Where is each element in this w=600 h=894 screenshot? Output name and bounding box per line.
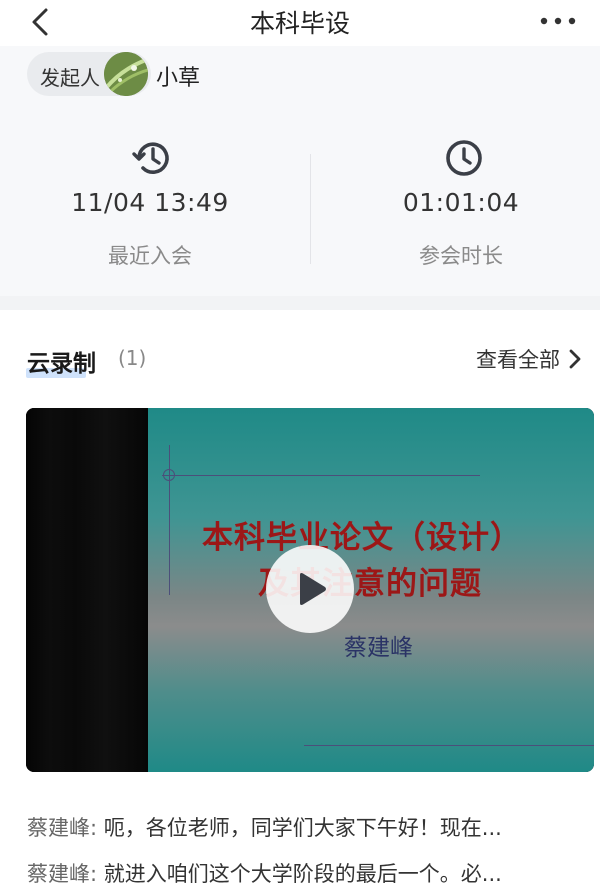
page-title: 本科毕设 xyxy=(249,9,350,38)
transcript-line[interactable]: 蔡建峰: 呃，各位老师，同学们大家下午好！现在... xyxy=(27,812,587,842)
recording-video[interactable]: 本科毕业论文（设计） 及其注意的问题 蔡建峰 xyxy=(26,408,594,772)
recording-count: (1) xyxy=(118,346,147,370)
slide-decor-line xyxy=(162,475,480,476)
view-all-label: 查看全部 xyxy=(476,348,560,372)
play-icon xyxy=(300,573,326,605)
nav-bar: 本科毕设 xyxy=(0,0,600,46)
transcript-line[interactable]: 蔡建峰: 就进入咱们这个大学阶段的最后一个。必... xyxy=(27,858,587,888)
chevron-right-icon xyxy=(569,349,581,369)
play-button[interactable] xyxy=(266,545,354,633)
last-join-value: 11/04 13:49 xyxy=(71,188,229,217)
transcript-text: 就进入咱们这个大学阶段的最后一个。必... xyxy=(103,862,502,886)
transcript-speaker: 蔡建峰: xyxy=(27,862,98,886)
avatar[interactable] xyxy=(104,52,148,96)
stat-duration: 01:01:04 参会时长 xyxy=(311,106,600,296)
slide-decor-line xyxy=(304,745,594,746)
transcript-speaker: 蔡建峰: xyxy=(27,816,98,840)
more-horizontal-icon[interactable] xyxy=(538,8,578,34)
avatar-image xyxy=(104,52,148,96)
duration-label: 参会时长 xyxy=(419,244,503,268)
duration-value: 01:01:04 xyxy=(402,188,520,217)
stat-last-join: 11/04 13:49 最近入会 xyxy=(0,106,300,296)
clock-icon xyxy=(446,140,482,176)
video-black-bar xyxy=(26,408,148,772)
slide-decor-line xyxy=(169,445,170,595)
section-title: 云录制 xyxy=(27,351,96,377)
history-icon xyxy=(132,142,169,174)
host-tag: 发起人 xyxy=(40,66,100,90)
transcript-text: 呃，各位老师，同学们大家下午好！现在... xyxy=(103,816,502,840)
last-join-label: 最近入会 xyxy=(108,244,192,268)
stats-panel: 11/04 13:49 最近入会 01:01:04 参会时长 xyxy=(0,106,600,296)
slide-author: 蔡建峰 xyxy=(344,635,413,661)
section-gap xyxy=(0,296,600,310)
stats-divider xyxy=(310,154,311,264)
host-name: 小草 xyxy=(156,66,201,91)
view-all-link[interactable]: 查看全部 xyxy=(476,344,582,374)
slide-title-line1: 本科毕业论文（设计） xyxy=(202,520,522,556)
slide-decor-circle xyxy=(163,469,175,481)
